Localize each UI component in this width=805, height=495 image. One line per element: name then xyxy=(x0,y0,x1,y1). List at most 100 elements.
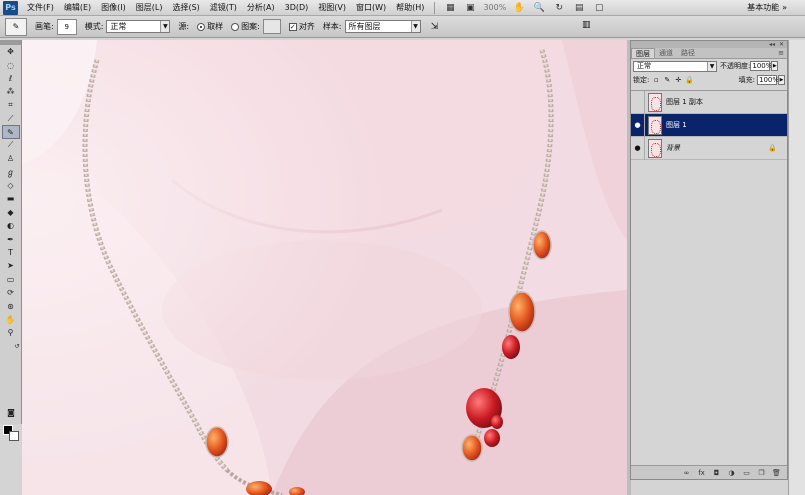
menu-layer[interactable]: 图层(L) xyxy=(131,2,168,13)
tab-channels[interactable]: 通道 xyxy=(655,48,677,58)
panel-menu-icon[interactable]: ≡ xyxy=(778,49,784,57)
menu-edit[interactable]: 编辑(E) xyxy=(59,2,96,13)
zoom-level[interactable]: 300% xyxy=(483,3,506,12)
chevron-right-icon[interactable]: ▶ xyxy=(778,75,785,85)
new-group-icon[interactable]: ▭ xyxy=(740,469,753,477)
visibility-toggle-empty[interactable] xyxy=(631,90,645,114)
mode-select[interactable]: 正常 ▼ xyxy=(106,20,171,33)
opacity-label: 不透明度: xyxy=(720,62,751,70)
hand-tool-icon[interactable]: ✋ xyxy=(512,2,526,14)
layer-row-1-copy[interactable]: 图层 1 副本 xyxy=(631,90,787,114)
marquee-tool-icon[interactable]: ◌ xyxy=(2,58,20,71)
aligned-checkbox[interactable]: ✓ xyxy=(288,22,297,31)
fill-input[interactable]: 100% xyxy=(757,75,779,85)
pattern-picker[interactable] xyxy=(262,19,281,34)
bridge-icon[interactable]: ▦ xyxy=(443,2,457,14)
menu-analysis[interactable]: 分析(A) xyxy=(242,2,280,13)
menu-help[interactable]: 帮助(H) xyxy=(391,2,429,13)
background-color-swatch[interactable] xyxy=(9,431,19,441)
menu-3d[interactable]: 3D(D) xyxy=(280,3,314,12)
eraser-tool-icon[interactable]: ◇ xyxy=(2,179,20,192)
pattern-radio[interactable] xyxy=(231,22,240,31)
blur-tool-icon[interactable]: ◆ xyxy=(2,206,20,219)
collapse-icon[interactable]: ◂◂ xyxy=(769,41,775,48)
lock-all-icon[interactable]: 🔒 xyxy=(685,76,694,84)
tab-layers[interactable]: 图层 xyxy=(631,48,655,58)
zoom-tool-icon[interactable]: ⚲ xyxy=(2,326,20,339)
menu-window[interactable]: 窗口(W) xyxy=(351,2,391,13)
lock-transparent-icon[interactable]: ▫ xyxy=(652,76,660,84)
layers-panel-footer: ∞ fx ◘ ◑ ▭ ❐ 🗑 xyxy=(631,465,787,479)
magic-wand-tool-icon[interactable]: ⁂ xyxy=(2,85,20,98)
opacity-input[interactable]: 100% xyxy=(750,61,772,71)
sample-select[interactable]: 所有图层 ▼ xyxy=(344,20,421,33)
menu-filter[interactable]: 滤镜(T) xyxy=(205,2,242,13)
document-canvas[interactable] xyxy=(22,40,627,495)
hand-tool-icon[interactable]: ✋ xyxy=(2,313,20,326)
ignore-adjustment-layers-icon[interactable]: ⇲ xyxy=(429,21,441,33)
pen-tool-icon[interactable]: ✒ xyxy=(2,232,20,245)
path-selection-tool-icon[interactable]: ➤ xyxy=(2,259,20,272)
adjustment-layer-icon[interactable]: ◑ xyxy=(725,469,738,477)
close-icon[interactable]: ✕ xyxy=(779,41,784,48)
3d-orbit-tool-icon[interactable]: ⊛ xyxy=(2,299,20,312)
blend-opacity-row: 正常 ▼ 不透明度: 100% ▶ xyxy=(631,59,787,73)
dodge-tool-icon[interactable]: ◐ xyxy=(2,219,20,232)
new-layer-icon[interactable]: ❐ xyxy=(755,469,768,477)
menu-view[interactable]: 视图(V) xyxy=(313,2,351,13)
chevron-right-icon[interactable]: ▶ xyxy=(771,61,779,71)
aligned-label: 对齐 xyxy=(298,22,315,31)
menu-file[interactable]: 文件(F) xyxy=(22,2,59,13)
3d-rotate-tool-icon[interactable]: ⟳ xyxy=(2,286,20,299)
menu-image[interactable]: 图像(I) xyxy=(96,2,131,13)
add-mask-icon[interactable]: ◘ xyxy=(710,469,723,477)
layer-style-icon[interactable]: fx xyxy=(695,469,708,477)
eye-icon[interactable]: ● xyxy=(631,113,645,137)
delete-layer-icon[interactable]: 🗑 xyxy=(770,469,783,477)
eyedropper-tool-icon[interactable]: ⟋ xyxy=(2,112,20,125)
eye-icon[interactable]: ● xyxy=(631,136,645,160)
mode-value: 正常 xyxy=(110,22,127,31)
tool-preset-picker[interactable]: ✎ xyxy=(5,17,27,36)
arrange-documents-icon[interactable]: ▤ xyxy=(572,2,586,14)
toolbox: ✥ ◌ ℓ ⁂ ⌗ ⟋ ✎ ⟋ ♙ ℊ ◇ ▬ ◆ ◐ ✒ T ➤ ▭ ⟳ ⊛ … xyxy=(0,40,22,441)
workspace-label: 基本功能 xyxy=(747,3,780,12)
screen-layout-icon[interactable]: ▢ xyxy=(592,2,606,14)
zoom-tool-icon[interactable]: 🔍 xyxy=(532,2,546,14)
tab-paths[interactable]: 路径 xyxy=(677,48,699,58)
link-layers-icon[interactable]: ∞ xyxy=(680,469,693,477)
gradient-tool-icon[interactable]: ▬ xyxy=(2,192,20,205)
screen-mode-icon[interactable]: ▣ xyxy=(463,2,477,14)
layer-row-1[interactable]: ● 图层 1 xyxy=(631,113,787,137)
brush-picker[interactable]: 9 xyxy=(56,18,77,35)
layer-name: 图层 1 xyxy=(666,121,687,129)
clone-source-panel-icon[interactable]: ▥ xyxy=(582,20,594,32)
options-bar: ✎ 画笔: 9 模式: 正常 ▼ 源: 取样 图案: ✓ 对齐 样本: 所有图层… xyxy=(0,16,805,38)
shape-tool-icon[interactable]: ▭ xyxy=(2,273,20,286)
lock-image-icon[interactable]: ✎ xyxy=(663,76,671,84)
menu-select[interactable]: 选择(S) xyxy=(167,2,204,13)
photo-neck-necklace xyxy=(22,40,627,495)
panel-titlebar[interactable]: ◂◂ ✕ xyxy=(631,41,787,48)
lasso-tool-icon[interactable]: ℓ xyxy=(2,72,20,85)
spot-healing-tool-icon[interactable]: ✎ xyxy=(1,125,20,139)
crop-tool-icon[interactable]: ⌗ xyxy=(2,99,20,112)
blend-mode-select[interactable]: 正常 ▼ xyxy=(633,60,717,72)
brush-size: 9 xyxy=(64,22,69,31)
chevron-down-icon: ▼ xyxy=(410,21,420,32)
history-brush-tool-icon[interactable]: ℊ xyxy=(2,166,20,179)
sampled-radio[interactable] xyxy=(197,22,206,31)
lock-fill-row: 锁定: ▫ ✎ ✛ 🔒 填充: 100% ▶ xyxy=(631,73,787,87)
swap-colors-icon[interactable]: ↺ xyxy=(2,340,19,353)
rotate-view-icon[interactable]: ↻ xyxy=(552,2,566,14)
type-tool-icon[interactable]: T xyxy=(2,246,20,259)
layer-row-background[interactable]: ● 背景 🔒 xyxy=(631,136,787,160)
move-tool-icon[interactable]: ✥ xyxy=(2,45,20,58)
brush-tool-icon[interactable]: ⟋ xyxy=(2,139,20,152)
workspace-switcher[interactable]: 基本功能 » xyxy=(743,1,791,14)
quick-mask-icon[interactable]: ◙ xyxy=(2,406,20,419)
clone-stamp-tool-icon[interactable]: ♙ xyxy=(2,152,20,165)
source-label: 源: xyxy=(178,22,190,31)
lock-position-icon[interactable]: ✛ xyxy=(674,76,682,84)
menu-bar: Ps 文件(F) 编辑(E) 图像(I) 图层(L) 选择(S) 滤镜(T) 分… xyxy=(0,0,805,16)
